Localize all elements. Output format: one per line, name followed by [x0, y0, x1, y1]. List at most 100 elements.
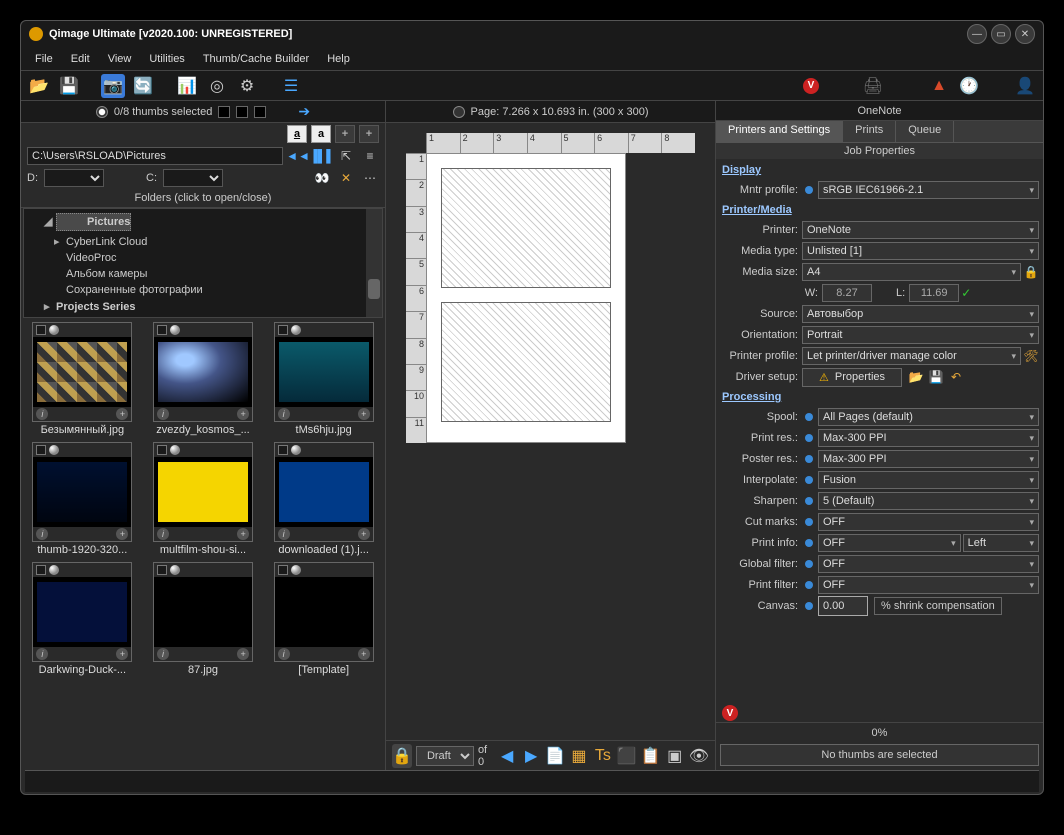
folder-projects[interactable]: Projects Series [56, 301, 136, 313]
thumb-add-8[interactable]: + [358, 648, 370, 660]
gear-icon[interactable]: ⚙ [235, 74, 259, 98]
minimize-button[interactable]: — [967, 24, 987, 44]
close-button[interactable]: ✕ [1015, 24, 1035, 44]
ruler-icon[interactable]: 📊 [175, 74, 199, 98]
thumb-check-2[interactable] [278, 325, 288, 335]
sharpen-select[interactable]: 5 (Default) [818, 492, 1039, 510]
thumb-add-7[interactable]: + [237, 648, 249, 660]
target-icon[interactable]: ◎ [205, 74, 229, 98]
thumb-info-2[interactable]: i [278, 408, 290, 420]
lock-icon[interactable]: 🔒 [392, 744, 412, 768]
spool-select[interactable]: All Pages (default) [818, 408, 1039, 426]
driver-undo-icon[interactable]: ↶ [948, 369, 964, 385]
text-icon[interactable]: Ts [593, 744, 613, 768]
thumb-check-6[interactable] [36, 565, 46, 575]
clock-icon[interactable]: 🕐 [957, 74, 981, 98]
drive-d-select[interactable] [44, 169, 104, 187]
next-page-icon[interactable]: ▶ [521, 744, 541, 768]
thumb-add-5[interactable]: + [358, 528, 370, 540]
thumbnail-7[interactable]: i+ 87.jpg [146, 562, 261, 676]
nav-fwd-icon[interactable]: ▐▌▌ [313, 147, 331, 165]
open-folder-icon[interactable]: 📂 [27, 74, 51, 98]
a-underline-button[interactable]: a [287, 125, 307, 143]
list-icon[interactable]: ☰ [279, 74, 303, 98]
thumb-info-6[interactable]: i [36, 648, 48, 660]
thumbnail-1[interactable]: i+ zvezdy_kosmos_... [146, 322, 261, 436]
plus-button-2[interactable]: + [359, 125, 379, 143]
menu-help[interactable]: Help [319, 50, 358, 68]
print-icon[interactable]: 🖨 [861, 74, 885, 98]
maximize-button[interactable]: ▭ [991, 24, 1011, 44]
camera-icon[interactable]: 📷 [101, 74, 125, 98]
printres-select[interactable]: Max-300 PPI [818, 429, 1039, 447]
save-icon[interactable]: 💾 [57, 74, 81, 98]
thumb-info-8[interactable]: i [278, 648, 290, 660]
quality-select[interactable]: Draft [416, 746, 474, 766]
thumb-info-3[interactable]: i [36, 528, 48, 540]
mediasize-select[interactable]: A4 [802, 263, 1021, 281]
folder-pictures[interactable]: Pictures [56, 213, 131, 231]
print-placeholder-2[interactable] [441, 302, 611, 422]
thumb-check-5[interactable] [278, 445, 288, 455]
mediasize-lock-icon[interactable]: 🔒 [1023, 264, 1039, 280]
profile-tools-icon[interactable]: 🛠 [1023, 348, 1039, 364]
posterres-select[interactable]: Max-300 PPI [818, 450, 1039, 468]
cutmarks-select[interactable]: OFF [818, 513, 1039, 531]
prev-page-icon[interactable]: ◀ [497, 744, 517, 768]
menu-thumb-cache[interactable]: Thumb/Cache Builder [195, 50, 317, 68]
thumb-info-0[interactable]: i [36, 408, 48, 420]
width-input[interactable] [822, 284, 872, 302]
layout-icon[interactable]: ▦ [569, 744, 589, 768]
thumb-add-3[interactable]: + [116, 528, 128, 540]
stack-icon[interactable]: ▣ [665, 744, 685, 768]
mediatype-select[interactable]: Unlisted [1] [802, 242, 1039, 260]
thumbnail-4[interactable]: i+ multfilm-shou-si... [146, 442, 261, 556]
page-icon[interactable]: 📄 [545, 744, 565, 768]
tools-icon[interactable]: ✕ [337, 169, 355, 187]
globalfilter-select[interactable]: OFF [818, 555, 1039, 573]
thumb-add-6[interactable]: + [116, 648, 128, 660]
thumb-check-4[interactable] [157, 445, 167, 455]
thumb-info-4[interactable]: i [157, 528, 169, 540]
thumb-check-8[interactable] [278, 565, 288, 575]
select-toggle-icon[interactable] [96, 106, 108, 118]
page-preview[interactable] [426, 153, 626, 443]
orientation-select[interactable]: Portrait [802, 326, 1039, 344]
folder-saved[interactable]: Сохраненные фотографии [66, 284, 203, 296]
binoculars-icon[interactable]: 👀 [313, 169, 331, 187]
mntr-select[interactable]: sRGB IEC61966-2.1 [818, 181, 1039, 199]
page-toggle-icon[interactable] [453, 106, 465, 118]
thumb-check-7[interactable] [157, 565, 167, 575]
thumbnail-0[interactable]: i+ Безымянный.jpg [25, 322, 140, 436]
thumb-check-1[interactable] [157, 325, 167, 335]
printer-select[interactable]: OneNote [802, 221, 1039, 239]
driver-save-icon[interactable]: 💾 [928, 369, 944, 385]
folder-album[interactable]: Альбом камеры [66, 268, 147, 280]
menu-edit[interactable]: Edit [63, 50, 98, 68]
folder-cyberlink[interactable]: CyberLink Cloud [66, 236, 147, 248]
eye-icon[interactable]: 👁 [689, 744, 709, 768]
folder-videoproc[interactable]: VideoProc [66, 252, 117, 264]
menu-utilities[interactable]: Utilities [141, 50, 192, 68]
nav-list-icon[interactable]: ≡ [361, 147, 379, 165]
printinfo-select[interactable]: OFF [818, 534, 961, 552]
thumb-check-0[interactable] [36, 325, 46, 335]
printerprofile-select[interactable]: Let printer/driver manage color [802, 347, 1021, 365]
plus-button-1[interactable]: + [335, 125, 355, 143]
tab-queue[interactable]: Queue [896, 121, 954, 142]
interpolate-select[interactable]: Fusion [818, 471, 1039, 489]
thumb-add-0[interactable]: + [116, 408, 128, 420]
view-mode-a[interactable] [218, 106, 230, 118]
tree-scrollbar[interactable] [366, 209, 382, 317]
flame-icon[interactable]: ▲ [927, 74, 951, 98]
thumb-check-3[interactable] [36, 445, 46, 455]
tab-prints[interactable]: Prints [843, 121, 896, 142]
more-icon[interactable]: ⋯ [361, 169, 379, 187]
nav-back-icon[interactable]: ◄◄ [289, 147, 307, 165]
thumbnail-6[interactable]: i+ Darkwing-Duck-... [25, 562, 140, 676]
thumbnail-5[interactable]: i+ downloaded (1).j... [266, 442, 381, 556]
thumb-info-7[interactable]: i [157, 648, 169, 660]
length-input[interactable] [909, 284, 959, 302]
version-badge[interactable]: V [803, 78, 819, 94]
source-select[interactable]: Автовыбор [802, 305, 1039, 323]
